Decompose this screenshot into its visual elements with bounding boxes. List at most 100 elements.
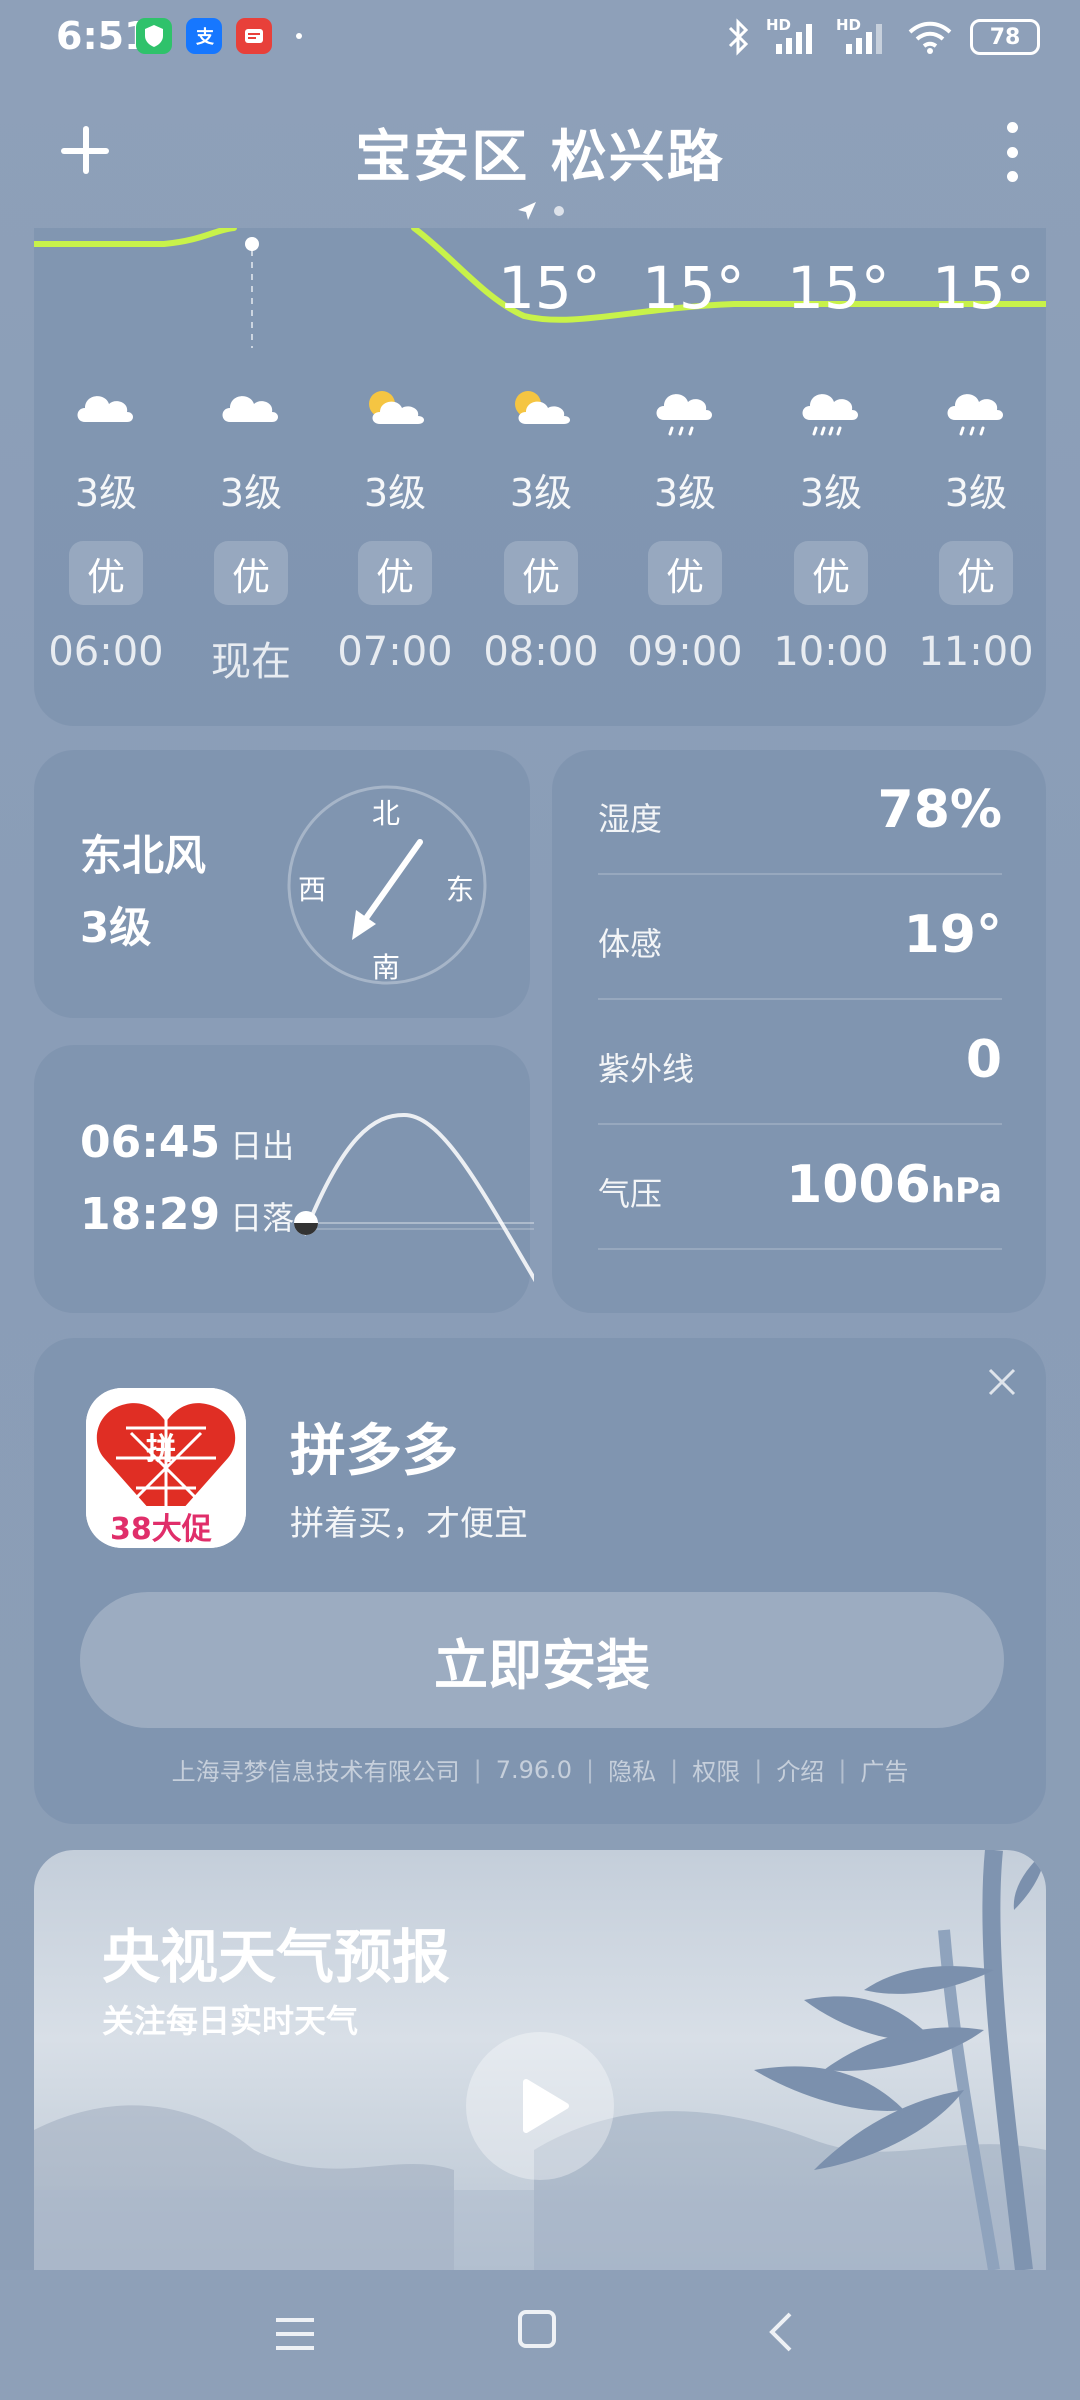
pressure-unit: hPa — [930, 1171, 1002, 1211]
hour-wind-level: 3级 — [944, 471, 1008, 515]
hour-time: 07:00 — [337, 629, 453, 675]
ad-footer: 上海寻梦信息技术有限公司 | 7.96.0 | 隐私 | 权限 | 介绍 | 广… — [34, 1752, 1046, 1787]
shield-app-icon — [136, 18, 172, 54]
partly-cloudy-icon — [360, 380, 430, 430]
hour-wind-level: 3级 — [219, 471, 283, 515]
hour-time: 08:00 — [483, 629, 599, 675]
hour-column[interactable]: 3级优 11:00 — [918, 380, 1034, 675]
wind-card[interactable]: 东北风 3级 北 南 东 西 — [34, 750, 530, 1018]
more-menu-button[interactable] — [994, 122, 1030, 182]
detail-label: 体感 — [598, 925, 663, 963]
install-button[interactable]: 立即安装 — [80, 1592, 1004, 1728]
hour-time: 10:00 — [773, 629, 889, 675]
cloudy-icon — [71, 380, 141, 430]
wifi-icon — [908, 21, 952, 54]
ad-icon-badge-bottom: 38大促 — [110, 1512, 212, 1547]
hour-wind-level: 3级 — [74, 471, 138, 515]
video-card[interactable]: 央视天气预报 关注每日实时天气 — [34, 1850, 1046, 2270]
sunrise-row: 06:45 日出 — [80, 1117, 294, 1168]
rain-icon — [796, 380, 866, 436]
ad-intro-link[interactable]: 介绍 — [776, 1752, 824, 1787]
detail-label: 气压 — [598, 1175, 663, 1213]
play-icon — [523, 2079, 569, 2133]
compass-west: 西 — [298, 873, 327, 906]
location-arrow-icon — [518, 202, 536, 220]
ad-permissions-link[interactable]: 权限 — [692, 1752, 740, 1787]
sunrise-time: 06:45 — [80, 1117, 221, 1168]
sunset-row: 18:29 日落 — [80, 1189, 294, 1240]
detail-row-humidity: 湿度 78% — [598, 750, 1002, 875]
hour-column[interactable]: 3级优 08:00 — [483, 380, 599, 675]
toutiao-app-icon — [236, 18, 272, 54]
aqi-badge: 优 — [504, 541, 578, 605]
battery-icon: 78 — [970, 19, 1040, 55]
alipay-app-icon: 支 — [186, 18, 222, 54]
ad-company: 上海寻梦信息技术有限公司 — [171, 1758, 460, 1786]
signal-2-icon: HD — [836, 16, 890, 56]
ad-title: 拼多多 — [290, 1419, 458, 1484]
aqi-badge: 优 — [794, 541, 868, 605]
detail-label: 湿度 — [598, 800, 663, 838]
hour-temp: 15° — [787, 254, 890, 322]
pinduoduo-app-icon[interactable]: 拼 38大促 — [86, 1388, 246, 1548]
wind-info: 东北风 3级 — [80, 820, 206, 964]
weather-details-card: 湿度 78% 体感 19° 紫外线 0 气压 1006hPa — [552, 750, 1046, 1313]
compass-east: 东 — [446, 873, 475, 906]
ad-icon-badge-top: 拼 — [146, 1432, 176, 1467]
ad-privacy-link[interactable]: 隐私 — [608, 1752, 656, 1787]
hour-time: 现在 — [211, 639, 291, 685]
hour-column[interactable]: 3级优 10:00 — [773, 380, 889, 675]
detail-value: 0 — [965, 1030, 1002, 1090]
compass: 北 南 东 西 — [286, 784, 488, 986]
signal-1-icon: HD — [766, 16, 820, 56]
hour-temp: 15° — [498, 254, 601, 322]
detail-label: 紫外线 — [598, 1050, 695, 1088]
aqi-badge: 优 — [648, 541, 722, 605]
wind-level: 3级 — [80, 903, 152, 952]
navigation-bar — [0, 2270, 1080, 2400]
light-rain-icon — [650, 380, 720, 436]
detail-value: 78% — [877, 780, 1002, 840]
detail-row-pressure: 气压 1006hPa — [598, 1125, 1002, 1250]
hour-time: 11:00 — [918, 629, 1034, 675]
hour-time: 09:00 — [627, 629, 743, 675]
hour-wind-level: 3级 — [799, 471, 863, 515]
hour-temp: 15° — [932, 254, 1035, 322]
partly-cloudy-icon — [506, 380, 576, 430]
menu-icon[interactable] — [270, 2314, 320, 2354]
home-icon[interactable] — [518, 2310, 556, 2348]
header: 宝安区 松兴路 — [0, 100, 1080, 200]
sunset-time: 18:29 — [80, 1189, 221, 1240]
ad-card: 拼 38大促 拼多多 拼着买，才便宜 立即安装 上海寻梦信息技术有限公司 | 7… — [34, 1338, 1046, 1824]
video-subtitle: 关注每日实时天气 — [102, 2002, 359, 2040]
detail-value: 1006hPa — [786, 1155, 1002, 1215]
detail-row-feels-like: 体感 19° — [598, 875, 1002, 1000]
compass-arrow-icon — [352, 910, 376, 940]
wind-direction: 东北风 — [80, 831, 207, 880]
ad-version: 7.96.0 — [495, 1755, 573, 1784]
hour-wind-level: 3级 — [653, 471, 717, 515]
hour-column[interactable]: 3级优 06:00 — [48, 380, 164, 675]
page-dot[interactable] — [554, 206, 564, 216]
hour-column[interactable]: 3级优 09:00 — [627, 380, 743, 675]
play-button[interactable] — [466, 2032, 614, 2180]
ad-subtitle: 拼着买，才便宜 — [290, 1504, 528, 1544]
video-title: 央视天气预报 — [102, 1923, 451, 1991]
hour-temp: 15° — [642, 254, 745, 322]
hour-time: 06:00 — [48, 629, 164, 675]
aqi-badge: 优 — [69, 541, 143, 605]
close-icon[interactable] — [984, 1364, 1020, 1400]
bluetooth-icon — [728, 18, 749, 56]
sun-arc — [294, 1112, 534, 1283]
light-rain-icon — [941, 380, 1011, 436]
page-indicator — [0, 200, 1080, 222]
aqi-badge: 优 — [214, 541, 288, 605]
cloudy-icon — [216, 380, 286, 430]
aqi-badge: 优 — [358, 541, 432, 605]
hour-wind-level: 3级 — [509, 471, 573, 515]
hour-column[interactable]: 3级优现在 — [196, 380, 306, 687]
page-title: 宝安区 松兴路 — [355, 125, 725, 190]
back-icon[interactable] — [762, 2310, 802, 2354]
sunrise-sunset-card[interactable]: 06:45 日出 18:29 日落 — [34, 1045, 534, 1313]
hour-column[interactable]: 3级优 07:00 — [337, 380, 453, 675]
